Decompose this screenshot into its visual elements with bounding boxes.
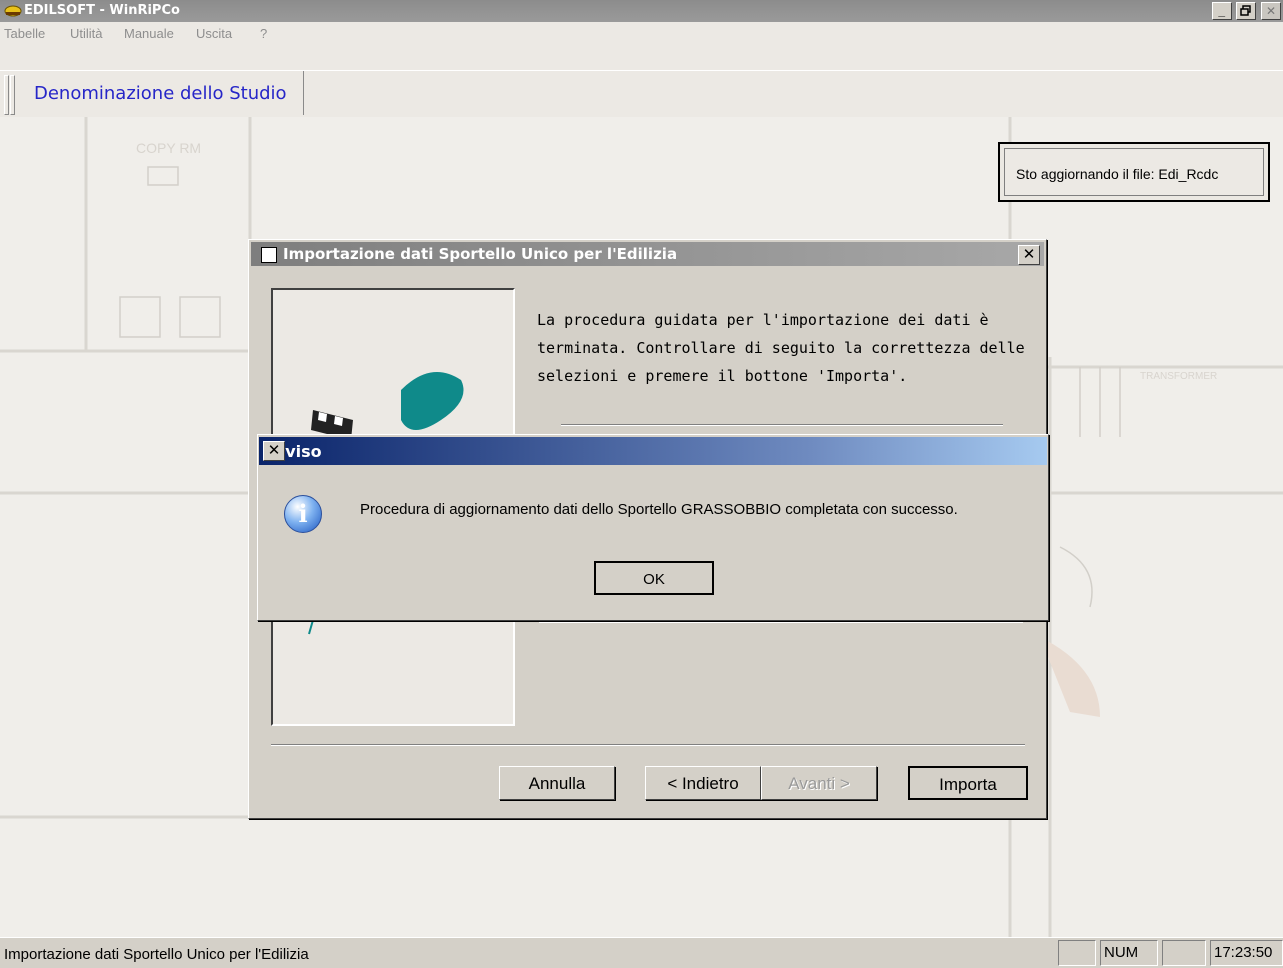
- svg-text:COPY RM: COPY RM: [136, 140, 201, 156]
- app-logo-icon: [4, 5, 22, 17]
- toolbar: Denominazione dello Studio: [0, 70, 1283, 118]
- status-panel-scroll: [1162, 940, 1206, 966]
- status-text: Importazione dati Sportello Unico per l'…: [4, 946, 309, 963]
- divider: [561, 424, 1003, 426]
- menu-bar: Tabelle Utilità Manuale Uscita ?: [0, 22, 1283, 44]
- information-icon: i: [284, 495, 322, 533]
- update-status-box: Sto aggiornando il file: Edi_Rcdc: [998, 142, 1270, 202]
- wizard-titlebar: Importazione dati Sportello Unico per l'…: [251, 242, 1044, 266]
- menu-tabelle[interactable]: Tabelle: [4, 26, 45, 41]
- alert-titlebar: Avviso ✕: [259, 437, 1047, 465]
- wizard-icon: [261, 247, 277, 263]
- wizard-close-button[interactable]: ✕: [1018, 245, 1040, 265]
- back-button[interactable]: < Indietro: [645, 766, 761, 800]
- toolbar-grip[interactable]: [4, 75, 9, 115]
- cancel-button[interactable]: Annulla: [499, 766, 615, 800]
- window-controls: _ ✕: [1211, 2, 1281, 20]
- status-panel-clock: 17:23:50: [1210, 940, 1283, 966]
- status-bar: Importazione dati Sportello Unico per l'…: [0, 937, 1283, 968]
- wizard-title: Importazione dati Sportello Unico per l'…: [283, 245, 678, 263]
- alert-dialog: Avviso ✕ i Procedura di aggiornamento da…: [257, 434, 1049, 621]
- app-title: EDILSOFT - WinRiPCo: [24, 3, 180, 18]
- status-panel-caps: [1058, 940, 1096, 966]
- menu-help[interactable]: ?: [260, 26, 267, 41]
- alert-message: Procedura di aggiornamento dati dello Sp…: [360, 501, 958, 518]
- minimize-button[interactable]: _: [1211, 2, 1232, 20]
- studio-name-label: Denominazione dello Studio: [34, 71, 304, 115]
- toolbar-grip[interactable]: [10, 75, 15, 115]
- alert-close-button[interactable]: ✕: [263, 441, 285, 461]
- status-panel-num: NUM: [1100, 940, 1158, 966]
- restore-button[interactable]: [1236, 2, 1257, 20]
- divider: [271, 744, 1025, 746]
- ok-button[interactable]: OK: [594, 561, 714, 595]
- next-button[interactable]: Avanti >: [761, 766, 877, 800]
- update-status-text: Sto aggiornando il file: Edi_Rcdc: [1016, 166, 1219, 182]
- app-titlebar: EDILSOFT - WinRiPCo _ ✕: [0, 0, 1283, 22]
- restore-icon: [1240, 5, 1252, 16]
- menu-manuale[interactable]: Manuale: [124, 26, 174, 41]
- svg-text:TRANSFORMER: TRANSFORMER: [1140, 371, 1217, 382]
- import-button[interactable]: Importa: [908, 766, 1028, 800]
- menu-utilita[interactable]: Utilità: [70, 26, 103, 41]
- close-button[interactable]: ✕: [1261, 2, 1281, 20]
- menu-uscita[interactable]: Uscita: [196, 26, 232, 41]
- wizard-message: La procedura guidata per l'importazione …: [537, 311, 1025, 385]
